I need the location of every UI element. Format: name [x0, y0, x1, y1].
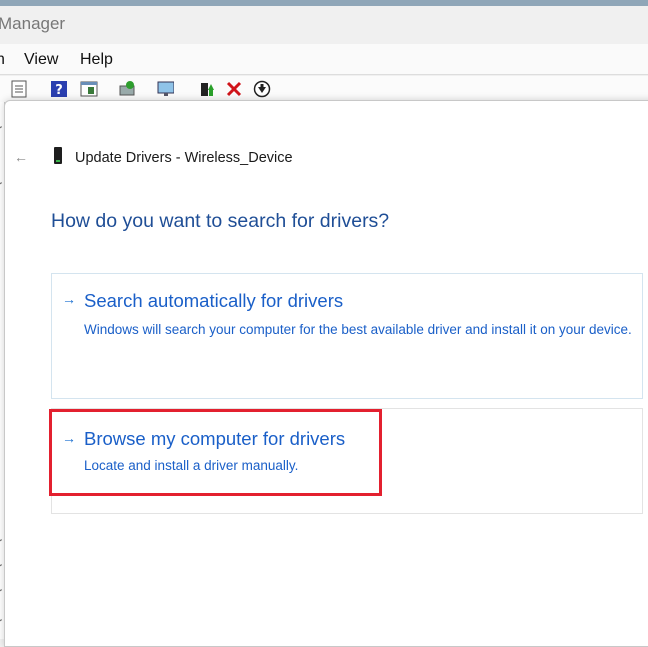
arrow-right-icon: →	[62, 430, 76, 446]
window-top-border	[0, 0, 648, 6]
option-title: Search automatically for drivers	[84, 290, 344, 311]
dialog-title: Update Drivers - Wireless_Device	[75, 150, 293, 166]
disable-icon[interactable]	[253, 80, 271, 98]
properties-icon[interactable]	[10, 80, 28, 98]
help-icon[interactable]: ?	[50, 80, 68, 98]
tree-item: r	[0, 585, 2, 599]
browse-computer-option[interactable]: → Browse my computer for drivers Locate …	[51, 408, 643, 514]
svg-text:?: ?	[55, 83, 63, 98]
window-title: Manager	[0, 14, 66, 33]
option-title: Browse my computer for drivers	[84, 428, 346, 449]
menu-item-action[interactable]: n	[0, 51, 5, 69]
option-description: Locate and install a driver manually.	[84, 458, 299, 473]
tree-item: r	[0, 535, 2, 549]
monitor-icon[interactable]	[156, 80, 174, 98]
arrow-right-icon: →	[62, 291, 76, 307]
update-drivers-dialog: ← Update Drivers - Wireless_Device How d…	[4, 100, 648, 647]
tree-item: r	[0, 560, 2, 574]
update-driver-icon[interactable]	[198, 80, 216, 98]
menu-item-help[interactable]: Help	[80, 51, 113, 69]
action-pane-icon[interactable]	[80, 80, 98, 98]
device-icon	[53, 147, 63, 165]
back-arrow-icon[interactable]: ←	[14, 149, 28, 165]
uninstall-icon[interactable]	[225, 80, 243, 98]
tree-item: r	[0, 615, 2, 629]
menu-item-view[interactable]: View	[24, 51, 58, 69]
search-question-heading: How do you want to search for drivers?	[51, 210, 390, 232]
tree-item: r	[0, 122, 2, 136]
search-automatically-option[interactable]: → Search automatically for drivers Windo…	[51, 273, 643, 399]
option-description: Windows will search your computer for th…	[84, 322, 632, 337]
scan-hardware-icon[interactable]	[118, 80, 136, 98]
tree-item: r	[0, 178, 2, 192]
